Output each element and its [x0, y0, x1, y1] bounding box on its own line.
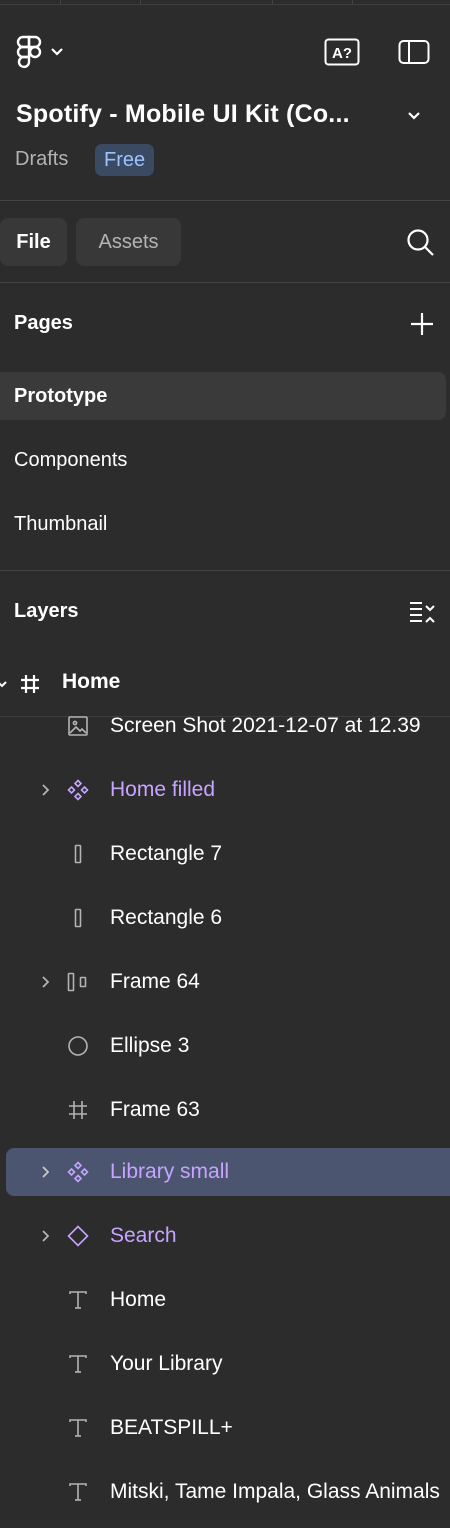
layer-label: Frame 63	[110, 1098, 200, 1121]
component-icon	[67, 779, 89, 801]
layer-label: Home filled	[110, 778, 216, 801]
layer-frame-label: Home	[62, 670, 121, 693]
layer-row-text-beatspill[interactable]: BEATSPILL+	[0, 1404, 450, 1452]
text-icon	[69, 1355, 87, 1373]
layer-label: Home	[110, 1288, 167, 1311]
ai-translate-icon: A?	[324, 38, 360, 66]
page-item-components[interactable]: Components	[0, 436, 446, 484]
layer-row-ellipse-3[interactable]: Ellipse 3	[0, 1022, 450, 1070]
rectangle-icon	[74, 908, 82, 928]
file-title[interactable]: Spotify - Mobile UI Kit (Co...	[16, 100, 376, 129]
layer-label: Screen Shot 2021-12-07 at 12.39	[110, 716, 421, 737]
layer-label: Rectangle 6	[110, 906, 223, 929]
frame-hash-icon	[69, 1101, 87, 1119]
chevron-down-icon	[408, 112, 420, 120]
image-icon	[68, 716, 88, 736]
caret-down-icon	[0, 681, 7, 688]
layer-row-search[interactable]: Search	[0, 1212, 450, 1260]
layer-row-text-home[interactable]: Home	[0, 1276, 450, 1324]
toggle-sidebar-button[interactable]	[398, 38, 430, 66]
text-icon	[69, 1291, 87, 1309]
divider	[0, 570, 450, 571]
layer-row-rectangle-6[interactable]: Rectangle 6	[0, 894, 450, 942]
layer-label: Frame 64	[110, 970, 200, 993]
frame-hash-icon	[21, 675, 39, 693]
layer-frame-home[interactable]: Home	[0, 660, 450, 708]
layer-label: Your Library	[110, 1352, 223, 1375]
layer-row-library-small[interactable]: Library small	[0, 1148, 450, 1196]
chevron-right-icon[interactable]	[38, 1228, 54, 1244]
chevron-right-icon[interactable]	[38, 1164, 54, 1180]
layer-label: BEATSPILL+	[110, 1416, 233, 1439]
layer-label: Search	[110, 1224, 177, 1247]
component-icon	[67, 1161, 89, 1183]
add-page-button[interactable]	[408, 310, 436, 338]
chevron-right-icon[interactable]	[38, 782, 54, 798]
file-header: A? Spotify - Mobile UI Kit (Co... Drafts…	[0, 0, 450, 200]
layers-heading: Layers	[14, 600, 79, 622]
page-item-prototype[interactable]: Prototype	[0, 372, 446, 420]
auto-layout-icon	[67, 972, 87, 992]
svg-text:A?: A?	[332, 45, 352, 62]
search-button[interactable]	[404, 226, 436, 258]
chevron-right-icon[interactable]	[38, 974, 54, 990]
layer-row-text-your-library[interactable]: Your Library	[0, 1340, 450, 1388]
layers-list: Screen Shot 2021-12-07 at 12.39 Home fil…	[0, 716, 450, 1528]
search-icon	[407, 229, 434, 256]
figma-logo-icon	[16, 35, 42, 69]
layer-row-rectangle-7[interactable]: Rectangle 7	[0, 830, 450, 878]
file-options-button[interactable]	[404, 108, 424, 124]
layer-label: Library small	[110, 1160, 230, 1183]
divider	[0, 282, 450, 283]
layer-row-frame-64[interactable]: Frame 64	[0, 958, 450, 1006]
plan-badge[interactable]: Free	[95, 144, 155, 176]
tab-file[interactable]: File	[0, 218, 67, 266]
ai-translate-button[interactable]: A?	[324, 38, 360, 66]
pages-heading: Pages	[14, 312, 73, 334]
divider	[0, 200, 450, 201]
layer-row-screenshot[interactable]: Screen Shot 2021-12-07 at 12.39	[0, 716, 450, 750]
tab-assets[interactable]: Assets	[76, 218, 181, 266]
text-icon	[69, 1483, 87, 1501]
instance-icon	[67, 1225, 89, 1247]
layer-row-frame-63[interactable]: Frame 63	[0, 1086, 450, 1134]
layer-row-home-filled[interactable]: Home filled	[0, 766, 450, 814]
layer-label: Mitski, Tame Impala, Glass Animals	[110, 1480, 440, 1503]
text-icon	[69, 1419, 87, 1437]
sidebar-toggle-icon	[398, 40, 430, 64]
plus-icon	[411, 313, 433, 335]
collapse-layers-button[interactable]	[408, 598, 436, 626]
rectangle-icon	[74, 844, 82, 864]
layer-row-text-artists[interactable]: Mitski, Tame Impala, Glass Animals	[0, 1468, 450, 1516]
file-location[interactable]: Drafts	[15, 148, 68, 171]
layer-label: Rectangle 7	[110, 842, 223, 865]
ellipse-icon	[68, 1036, 88, 1056]
chevron-down-icon	[51, 48, 63, 56]
main-menu-button[interactable]	[16, 34, 72, 70]
collapse-layers-icon	[410, 602, 435, 623]
layer-label: Ellipse 3	[110, 1034, 190, 1057]
page-item-thumbnail[interactable]: Thumbnail	[0, 500, 446, 548]
